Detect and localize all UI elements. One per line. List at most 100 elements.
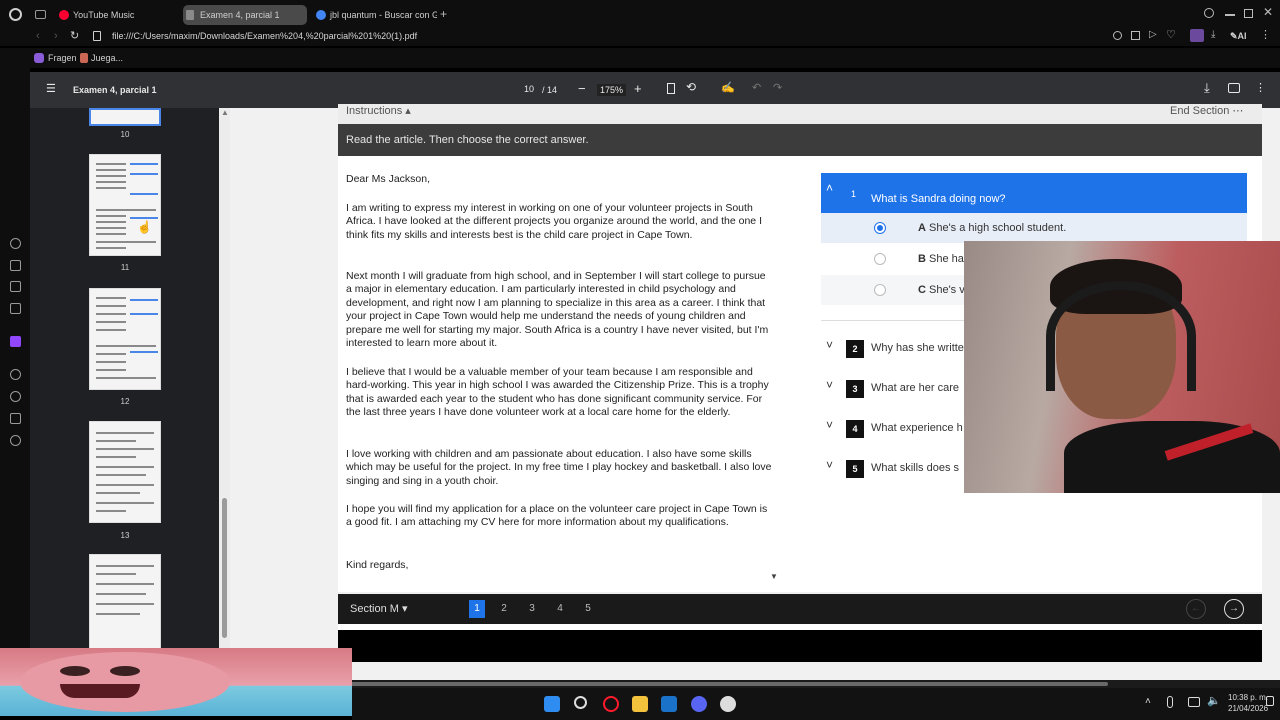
page-thumbnail-11[interactable] — [89, 154, 161, 256]
sticker-eye — [110, 666, 140, 676]
scroll-down-icon[interactable]: ▼ — [770, 570, 778, 583]
zoom-in-button[interactable]: + — [634, 81, 642, 96]
volume-icon[interactable]: 🔈 — [1207, 694, 1221, 707]
radio-button[interactable] — [874, 284, 886, 296]
tab-islands-icon[interactable] — [35, 10, 46, 19]
opera-icon[interactable] — [603, 696, 619, 712]
page-thumbnail-14[interactable] — [89, 554, 161, 648]
thumbnail-panel: 10 ☝ 11 12 13 — [30, 108, 230, 648]
page-button-2[interactable]: 2 — [496, 600, 512, 618]
print-icon[interactable] — [1228, 83, 1240, 93]
page-thumbnail-12[interactable] — [89, 288, 161, 390]
download-icon[interactable]: ⤓ — [1211, 29, 1215, 40]
page-button-1[interactable]: 1 — [469, 600, 485, 618]
end-section-button[interactable]: End Section ⋯ — [1170, 104, 1243, 117]
zoom-out-button[interactable]: − — [578, 81, 586, 96]
scroll-up-arrow-icon[interactable]: ▲ — [221, 108, 229, 117]
prev-arrow-icon[interactable]: ← — [1186, 599, 1206, 619]
settings-gear-icon[interactable] — [10, 435, 21, 446]
question-1-header[interactable]: ˄ 1 What is Sandra doing now? — [821, 173, 1247, 213]
snapshot-icon[interactable] — [1131, 31, 1140, 40]
restore-button[interactable] — [1244, 9, 1253, 18]
history-icon[interactable] — [10, 238, 21, 249]
option-letter: B — [918, 253, 926, 265]
search-tabs-icon[interactable] — [1204, 8, 1214, 18]
tab-google-search[interactable]: jbl quantum - Buscar con G — [313, 5, 437, 25]
new-tab-button[interactable]: + — [440, 7, 447, 21]
radio-button[interactable] — [874, 253, 886, 265]
bot-icon[interactable] — [10, 260, 21, 271]
question-number: 3 — [846, 380, 864, 398]
clock-icon[interactable] — [10, 391, 21, 402]
page-button-5[interactable]: 5 — [580, 600, 596, 618]
bookmark-icon — [34, 53, 44, 63]
back-icon[interactable]: ‹ — [36, 30, 40, 42]
forward-icon[interactable]: › — [54, 30, 58, 42]
tab-examen[interactable]: Examen 4, parcial 1 — [183, 5, 307, 25]
instructions-tab[interactable]: Instructions ▴ — [346, 104, 411, 117]
letter-paragraph: I hope you will find my application for … — [346, 503, 768, 529]
player-icon[interactable] — [10, 369, 21, 380]
clock[interactable]: 10:38 p. m. 21/04/2026 — [1228, 692, 1268, 714]
clock-time: 10:38 p. m. — [1228, 693, 1269, 702]
browser-sidebar — [0, 68, 30, 648]
letter-greeting: Dear Ms Jackson, — [346, 173, 431, 185]
next-arrow-icon[interactable]: → — [1224, 599, 1244, 619]
scrollbar-thumb[interactable] — [222, 498, 227, 638]
bookmark-fragen[interactable]: Fragen — [34, 53, 77, 63]
option-a[interactable]: A She's a high school student. — [821, 213, 1247, 243]
aria-ai-button[interactable]: ✎AI — [1230, 31, 1247, 42]
discord-icon[interactable] — [691, 696, 707, 712]
radio-selected[interactable] — [874, 222, 886, 234]
menu-icon[interactable]: ⋮ — [1260, 28, 1271, 41]
sticker-eye — [60, 666, 90, 676]
section-dropdown[interactable]: Section M ▾ — [350, 602, 408, 615]
file-explorer-icon[interactable] — [632, 696, 648, 712]
scrollbar-thumb[interactable] — [338, 682, 1108, 686]
opera-logo-icon[interactable] — [9, 8, 22, 21]
horizontal-scrollbar[interactable] — [338, 680, 1280, 688]
page-thumbnail-10[interactable] — [89, 108, 161, 126]
show-hidden-icons[interactable]: ˄ — [1145, 696, 1151, 707]
zoom-icon[interactable] — [1113, 31, 1122, 40]
messenger-icon[interactable] — [10, 303, 21, 314]
section-navigation: Section M ▾ 1 2 3 4 5 ← → — [338, 594, 1262, 624]
page-thumbnail-13[interactable] — [89, 421, 161, 523]
microphone-icon[interactable] — [1167, 696, 1173, 708]
page-button-3[interactable]: 3 — [524, 600, 540, 618]
fit-page-icon[interactable] — [667, 83, 675, 94]
page-button-4[interactable]: 4 — [552, 600, 568, 618]
download-pdf-icon[interactable]: ⤓ — [1204, 80, 1210, 96]
page-total: / 14 — [542, 85, 558, 95]
minimize-button[interactable] — [1225, 14, 1235, 16]
question-number: 1 — [851, 189, 857, 199]
extensions-icon[interactable] — [10, 413, 21, 424]
outlook-icon[interactable] — [661, 696, 677, 712]
tab-youtube-music[interactable]: YouTube Music — [56, 5, 180, 25]
extension-icon[interactable] — [1190, 29, 1204, 42]
search-icon[interactable] — [574, 696, 587, 709]
notifications-icon[interactable] — [1266, 696, 1274, 706]
more-options-icon[interactable]: ⋮ — [1255, 81, 1266, 94]
rotate-icon[interactable]: ⟲ — [686, 80, 696, 94]
url-field[interactable]: file:///C:/Users/maxim/Downloads/Examen%… — [112, 31, 712, 41]
twitch-icon[interactable] — [10, 336, 21, 347]
reload-icon[interactable]: ↻ — [70, 29, 79, 42]
hamburger-menu-icon[interactable]: ☰ — [46, 82, 56, 95]
windows-start-icon[interactable] — [544, 696, 560, 712]
close-window-button[interactable]: ✕ — [1263, 5, 1273, 19]
redo-icon[interactable]: ↷ — [773, 81, 782, 94]
app-icon[interactable] — [10, 281, 21, 292]
page-number-input[interactable]: 10 — [518, 84, 540, 94]
zoom-level[interactable]: 175% — [597, 84, 627, 96]
annotate-icon[interactable]: ✍ — [721, 81, 735, 94]
play-icon[interactable]: ▷ — [1149, 29, 1157, 40]
google-icon — [316, 10, 326, 20]
chrome-icon[interactable] — [720, 696, 736, 712]
network-icon[interactable] — [1188, 697, 1200, 707]
thumbnail-scrollbar[interactable]: ▲ — [219, 108, 230, 648]
bookmark-label: Fragen — [48, 53, 77, 63]
bookmark-juega[interactable]: Juega... — [80, 53, 123, 63]
heart-icon[interactable]: ♡ — [1166, 28, 1176, 41]
undo-icon[interactable]: ↶ — [752, 81, 761, 94]
